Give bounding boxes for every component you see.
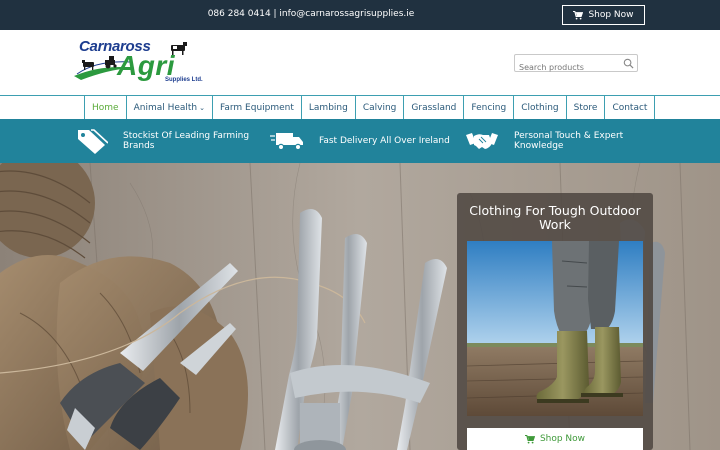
nav-item-fencing[interactable]: Fencing <box>464 96 515 119</box>
hero-banner: Clothing For Tough Outdoor Work Shop Now <box>0 163 720 450</box>
search-input[interactable] <box>515 59 615 76</box>
cart-icon <box>573 10 584 19</box>
feature-knowledge: Personal Touch & Expert Knowledge <box>465 119 645 163</box>
contact-info: 086 284 0414 | info@carnarossagrisupplie… <box>207 9 415 19</box>
features-band: Stockist Of Leading Farming Brands Fast … <box>0 119 720 163</box>
promo-shop-now-button[interactable]: Shop Now <box>467 428 643 450</box>
logo-text-supplies: Supplies Ltd. <box>165 77 203 83</box>
promo-card-image[interactable] <box>467 241 643 416</box>
tags-icon <box>78 129 108 154</box>
boots-photo <box>467 241 643 416</box>
nav-item-clothing[interactable]: Clothing <box>514 96 567 119</box>
nav-label: Contact <box>612 102 648 113</box>
nav-item-contact[interactable]: Contact <box>605 96 656 119</box>
nav-item-home[interactable]: Home <box>85 96 127 119</box>
nav-label: Lambing <box>308 102 348 113</box>
promo-shop-now-label: Shop Now <box>539 434 586 444</box>
nav-item-farm-equipment[interactable]: Farm Equipment <box>213 96 302 119</box>
search-box <box>514 54 638 76</box>
shop-now-label: Shop Now <box>588 10 634 20</box>
nav-label: Farm Equipment <box>220 102 294 113</box>
nav-item-calving[interactable]: Calving <box>356 96 405 119</box>
nav-label: Store <box>573 102 598 113</box>
site-header: Carnaross Agri Supplies Ltd. <box>0 30 720 95</box>
promo-card-title: Clothing For Tough Outdoor Work <box>469 203 641 233</box>
handshake-icon <box>466 133 498 149</box>
nav-label: Grassland <box>411 102 457 113</box>
truck-icon <box>270 133 303 151</box>
chevron-down-icon: ⌄ <box>199 103 206 112</box>
search-icon[interactable] <box>623 58 634 69</box>
nav-label: Home <box>92 102 119 113</box>
feature-delivery: Fast Delivery All Over Ireland <box>270 119 450 163</box>
nav-item-lambing[interactable]: Lambing <box>302 96 356 119</box>
top-bar: 086 284 0414 | info@carnarossagrisupplie… <box>0 0 720 30</box>
main-nav: Home Animal Health ⌄ Farm Equipment Lambi… <box>0 95 720 119</box>
shop-now-button[interactable]: Shop Now <box>562 5 645 25</box>
nav-label: Calving <box>362 102 397 113</box>
feature-text: Fast Delivery All Over Ireland <box>319 135 450 146</box>
nav-item-store[interactable]: Store <box>567 96 606 119</box>
promo-card: Clothing For Tough Outdoor Work Shop Now <box>457 193 653 450</box>
site-logo[interactable]: Carnaross Agri Supplies Ltd. <box>73 38 213 88</box>
feature-brands: Stockist Of Leading Farming Brands <box>76 119 256 163</box>
nav-label: Animal Health <box>133 102 198 113</box>
cart-icon <box>524 434 535 443</box>
nav-item-grassland[interactable]: Grassland <box>404 96 465 119</box>
nav-label: Clothing <box>521 102 559 113</box>
feature-text: Personal Touch & Expert Knowledge <box>514 130 624 151</box>
nav-item-animal-health[interactable]: Animal Health ⌄ <box>127 96 214 119</box>
feature-text: Stockist Of Leading Farming Brands <box>123 130 250 151</box>
nav-label: Fencing <box>471 102 507 113</box>
